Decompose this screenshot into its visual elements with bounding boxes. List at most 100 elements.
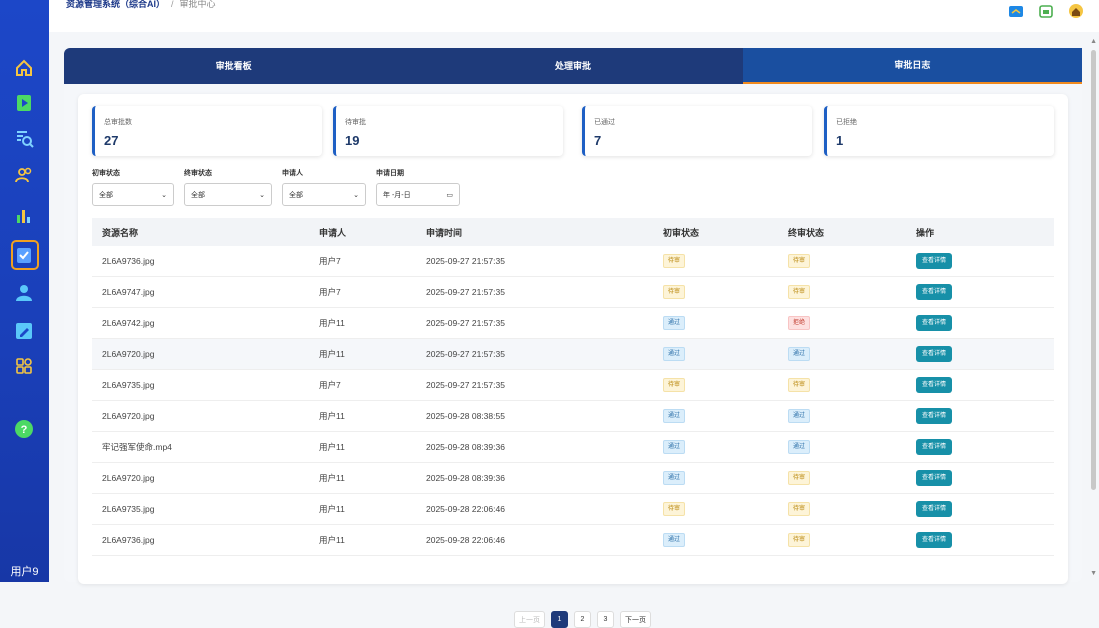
approval-icon[interactable] <box>13 244 35 266</box>
cell-apply-time: 2025-09-27 21:57:35 <box>426 256 505 266</box>
cell-action: 查看详情 <box>906 284 1054 300</box>
approval-log-table: 资源名称 申请人 申请时间 初审状态 终审状态 操作 2L6A9736.jpg 用… <box>92 218 1054 556</box>
filter-date-label: 申请日期 <box>376 170 404 177</box>
final-status-badge: 通过 <box>788 409 811 423</box>
current-user-label[interactable]: 用户9 <box>0 562 49 582</box>
stat-approved-label: 已通过 <box>594 119 615 126</box>
table-row[interactable]: 2L6A9720.jpg 用户11 2025-09-28 08:39:36 通过 待审 查… <box>92 463 1054 494</box>
page-scrollbar[interactable] <box>1091 50 1096 490</box>
tab-approval-board[interactable]: 审批看板 <box>64 48 403 84</box>
view-detail-button[interactable]: 查看详情 <box>916 439 953 455</box>
table-row[interactable]: 2L6A9736.jpg 用户7 2025-09-27 21:57:35 待审 待审 查看… <box>92 246 1054 277</box>
home-icon[interactable] <box>13 57 35 79</box>
next-page-button[interactable]: 下一页 <box>620 611 651 628</box>
table-row[interactable]: 牢记强军使命.mp4 用户11 2025-09-28 08:39:36 通过 通过 查看详… <box>92 432 1054 463</box>
view-detail-button[interactable]: 查看详情 <box>916 315 953 331</box>
table-row[interactable]: 2L6A9735.jpg 用户7 2025-09-27 21:57:35 待审 待审 查看… <box>92 370 1054 401</box>
first-status-badge: 待审 <box>663 285 686 299</box>
cell-resource-name: 2L6A9736.jpg <box>102 256 155 266</box>
page-3-button[interactable]: 3 <box>597 611 614 628</box>
scroll-down-icon[interactable]: ▼ <box>1090 570 1097 577</box>
calendar-icon[interactable] <box>1038 4 1054 18</box>
cell-apply-time: 2025-09-27 21:57:35 <box>426 287 505 297</box>
filter-final-status-label: 终审状态 <box>184 170 212 177</box>
table-row[interactable]: 2L6A9720.jpg 用户11 2025-09-28 08:38:55 通过 通过 查… <box>92 401 1054 432</box>
stat-approved: 已通过 7 <box>582 106 812 156</box>
stat-rejected-label: 已拒绝 <box>836 119 857 126</box>
play-icon[interactable] <box>13 92 35 114</box>
table-row[interactable]: 2L6A9736.jpg 用户11 2025-09-28 22:06:46 通过 待审 查… <box>92 525 1054 556</box>
edit-icon[interactable] <box>13 320 35 342</box>
header-applicant: 申请人 <box>319 227 347 238</box>
view-detail-button[interactable]: 查看详情 <box>916 501 953 517</box>
prev-page-button[interactable]: 上一页 <box>514 611 545 628</box>
cell-applicant: 用户7 <box>319 256 341 266</box>
view-detail-button[interactable]: 查看详情 <box>916 284 953 300</box>
cell-final-status: 待审 <box>778 254 906 268</box>
table-row[interactable]: 2L6A9735.jpg 用户11 2025-09-28 22:06:46 待审 待审 查… <box>92 494 1054 525</box>
first-status-badge: 通过 <box>663 347 686 361</box>
help-icon[interactable]: ? <box>13 418 35 440</box>
filter-final-status-select[interactable]: 全部 ⌄ <box>184 183 272 206</box>
cell-first-status: 通过 <box>653 316 778 330</box>
cell-final-status: 通过 <box>778 440 906 454</box>
final-status-badge: 通过 <box>788 440 811 454</box>
svg-text:?: ? <box>21 424 28 436</box>
cell-action: 查看详情 <box>906 346 1054 362</box>
breadcrumb-root[interactable]: 资源管理系统（综合AI） <box>66 0 165 9</box>
cell-final-status: 通过 <box>778 347 906 361</box>
tab-bar: 审批看板 处理审批 审批日志 <box>64 48 1082 84</box>
apps-icon[interactable] <box>13 355 35 377</box>
filter-applicant-select[interactable]: 全部 ⌄ <box>282 183 366 206</box>
table-row[interactable]: 2L6A9742.jpg 用户11 2025-09-27 21:57:35 通过 拒绝 查… <box>92 308 1054 339</box>
search-list-icon[interactable] <box>13 127 35 149</box>
message-icon[interactable] <box>1008 4 1024 18</box>
table-row[interactable]: 2L6A9720.jpg 用户11 2025-09-27 21:57:35 通过 通过 查… <box>92 339 1054 370</box>
stat-pending-value: 19 <box>345 133 360 148</box>
page-2-button[interactable]: 2 <box>574 611 591 628</box>
filter-first-status-select[interactable]: 全部 ⌄ <box>92 183 174 206</box>
tab-process-approval[interactable]: 处理审批 <box>403 48 742 84</box>
filter-first-status-label: 初审状态 <box>92 170 120 177</box>
scroll-up-icon[interactable]: ▲ <box>1090 38 1097 45</box>
home-shortcut-icon[interactable] <box>1068 4 1084 18</box>
view-detail-button[interactable]: 查看详情 <box>916 532 953 548</box>
cell-action: 查看详情 <box>906 408 1054 424</box>
view-detail-button[interactable]: 查看详情 <box>916 377 953 393</box>
users-icon[interactable] <box>13 164 35 186</box>
chart-icon[interactable] <box>13 205 35 227</box>
final-status-badge: 待审 <box>788 502 811 516</box>
stat-pending-label: 待审批 <box>345 119 366 126</box>
first-status-badge: 通过 <box>663 471 686 485</box>
cell-final-status: 待审 <box>778 378 906 392</box>
stat-approved-value: 7 <box>594 133 602 148</box>
view-detail-button[interactable]: 查看详情 <box>916 470 953 486</box>
view-detail-button[interactable]: 查看详情 <box>916 253 953 269</box>
table-row[interactable]: 2L6A9747.jpg 用户7 2025-09-27 21:57:35 待审 待审 查看… <box>92 277 1054 308</box>
filter-date-input[interactable]: 年 -月-日 ▭ <box>376 183 460 206</box>
cell-final-status: 通过 <box>778 409 906 423</box>
breadcrumb-separator: / <box>171 0 174 9</box>
tab-approval-log[interactable]: 审批日志 <box>742 48 1082 84</box>
cell-first-status: 通过 <box>653 347 778 361</box>
cell-applicant: 用户11 <box>319 349 345 359</box>
cell-apply-time: 2025-09-27 21:57:35 <box>426 349 505 359</box>
first-status-badge: 待审 <box>663 502 686 516</box>
page-1-button[interactable]: 1 <box>551 611 568 628</box>
view-detail-button[interactable]: 查看详情 <box>916 346 953 362</box>
cell-resource-name: 2L6A9720.jpg <box>102 473 155 483</box>
view-detail-button[interactable]: 查看详情 <box>916 408 953 424</box>
final-status-badge: 待审 <box>788 285 811 299</box>
first-status-badge: 通过 <box>663 440 686 454</box>
stat-pending: 待审批 19 <box>333 106 563 156</box>
breadcrumb: 资源管理系统（综合AI） / 审批中心 <box>66 0 216 10</box>
cell-action: 查看详情 <box>906 315 1054 331</box>
sidebar: ? 用户9 <box>0 0 49 582</box>
cell-apply-time: 2025-09-28 22:06:46 <box>426 504 505 514</box>
final-status-badge: 通过 <box>788 347 811 361</box>
user-icon[interactable] <box>13 282 35 304</box>
cell-action: 查看详情 <box>906 501 1054 517</box>
top-bar: 资源管理系统（综合AI） / 审批中心 <box>49 0 1099 32</box>
calendar-icon: ▭ <box>446 191 453 199</box>
final-status-badge: 待审 <box>788 254 811 268</box>
